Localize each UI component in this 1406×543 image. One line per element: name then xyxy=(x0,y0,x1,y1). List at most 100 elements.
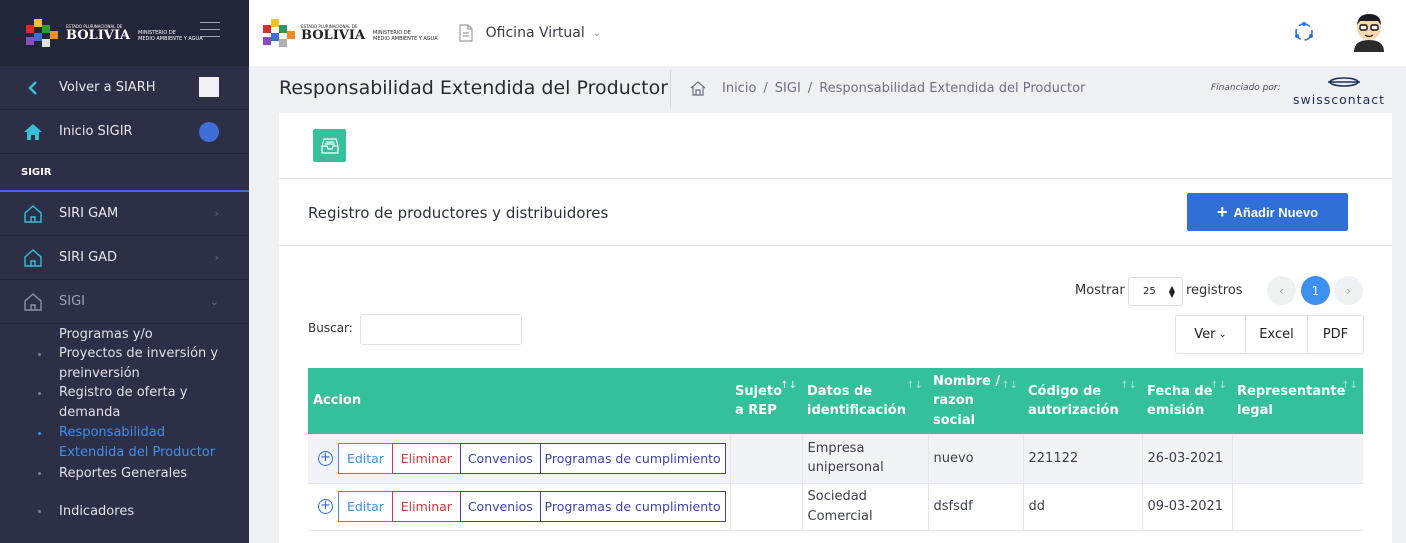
chevron-right-icon: › xyxy=(214,207,219,220)
pdf-button[interactable]: PDF xyxy=(1308,316,1363,353)
view-columns-button[interactable]: Ver ⌄ xyxy=(1176,316,1246,353)
office-menu-label: Oficina Virtual xyxy=(485,25,585,41)
excel-button[interactable]: Excel xyxy=(1246,316,1308,353)
pagination-next[interactable]: › xyxy=(1334,276,1363,305)
sponsor-name: swisscontact xyxy=(1293,92,1386,107)
cell-nombre: dsfsdf xyxy=(928,483,1024,531)
sponsor-logo: swisscontact xyxy=(1293,74,1393,107)
sidebar-sub-rep[interactable]: Responsabilidad Extendida del Productor xyxy=(0,423,230,463)
page-length-value: 25 xyxy=(1143,286,1156,297)
sidebar-sub-oferta-demanda[interactable]: Registro de oferta y demanda xyxy=(0,383,249,423)
sidebar-item-sigi[interactable]: SIGI ⌄ xyxy=(0,280,249,324)
sort-icon: ↑↓ xyxy=(1001,380,1018,391)
sidebar-logo[interactable]: ESTADO PLURINACIONAL DE BOLIVIA MINISTER… xyxy=(0,0,249,66)
sidebar-back-siarh[interactable]: Volver a SIARH xyxy=(0,66,249,110)
sidebar-sub-label: Reportes Generales xyxy=(59,466,188,481)
sync-icon[interactable] xyxy=(1292,20,1316,48)
page-length-select[interactable]: 25 ▲ ▼ xyxy=(1128,277,1183,306)
edit-button[interactable]: Editar xyxy=(337,442,393,474)
delete-button[interactable]: Eliminar xyxy=(391,442,461,474)
sidebar-sub-programas[interactable]: Programas y/o xyxy=(0,325,249,344)
bullet-icon xyxy=(38,392,41,395)
chevron-right-icon: › xyxy=(214,251,219,264)
white-square-icon xyxy=(199,77,219,97)
sidebar-sub-reportes[interactable]: Reportes Generales xyxy=(0,463,249,493)
swisscontact-swoosh-icon xyxy=(1328,77,1360,87)
col-label: Accion xyxy=(313,393,362,409)
bullet-icon xyxy=(38,472,41,475)
compliance-programs-button[interactable]: Programas de cumplimiento xyxy=(539,442,726,474)
export-buttons: Ver ⌄ Excel PDF xyxy=(1175,315,1364,354)
sort-icon: ↑↓ xyxy=(1120,380,1137,391)
inbox-icon[interactable] xyxy=(313,129,346,162)
sidebar-item-label: SIRI GAM xyxy=(59,206,119,221)
col-datos[interactable]: Datos de identificación ↑↓ xyxy=(802,368,928,434)
view-button-label: Ver xyxy=(1194,327,1216,342)
table-row: + Editar Eliminar Convenios Programas de… xyxy=(308,483,1363,531)
sidebar-sub-proyectos[interactable]: Proyectos de inversión y preinversión xyxy=(0,344,249,383)
menu-toggle-icon[interactable] xyxy=(200,22,220,37)
chevron-left-icon xyxy=(22,77,44,99)
bullet-icon xyxy=(38,432,41,435)
topbar: ESTADO PLURINACIONAL DE BOLIVIA MINISTER… xyxy=(249,0,1406,66)
col-label: Nombre / razon social xyxy=(933,373,1001,428)
sidebar-sub-indicadores[interactable]: Indicadores xyxy=(0,493,249,523)
col-sujeto-rep[interactable]: Sujeto a REP ↑↓ xyxy=(730,368,802,434)
expand-row-icon[interactable]: + xyxy=(318,499,333,514)
breadcrumb-divider xyxy=(670,70,671,108)
cell-codigo: dd xyxy=(1023,483,1143,531)
sidebar-back-label: Volver a SIARH xyxy=(59,80,156,95)
bolivia-emblem-icon xyxy=(263,19,295,47)
action-cell: + Editar Eliminar Convenios Programas de… xyxy=(308,483,731,531)
expand-row-icon[interactable]: + xyxy=(318,450,333,466)
col-fecha[interactable]: Fecha de emisión ↑↓ xyxy=(1142,368,1232,434)
sidebar-sub-label: Responsabilidad Extendida del Productor xyxy=(59,425,216,460)
breadcrumb-home[interactable]: Inicio xyxy=(722,81,756,96)
sidebar-item-siri-gam[interactable]: SIRI GAM › xyxy=(0,192,249,236)
cell-datos: Sociedad Comercial xyxy=(802,483,929,531)
card-subtitle: Registro de productores y distribuidores xyxy=(308,204,609,222)
pagination-page-1[interactable]: 1 xyxy=(1301,276,1330,305)
cell-representante xyxy=(1232,483,1363,531)
chevron-down-icon: ⌄ xyxy=(592,27,602,39)
search-input[interactable] xyxy=(360,314,522,345)
logo-line4: MEDIO AMBIENTE Y AGUA xyxy=(138,35,203,42)
add-new-button[interactable]: + Añadir Nuevo xyxy=(1187,193,1348,231)
building-icon xyxy=(22,203,44,225)
breadcrumb-sigi[interactable]: SIGI xyxy=(775,81,801,96)
sidebar-home-sigir[interactable]: Inicio SIGIR xyxy=(0,110,249,154)
edit-button[interactable]: Editar xyxy=(337,491,393,522)
col-accion[interactable]: Accion xyxy=(308,368,730,434)
topbar-logo[interactable]: ESTADO PLURINACIONAL DE BOLIVIA MINISTER… xyxy=(261,15,438,51)
action-cell: + Editar Eliminar Convenios Programas de… xyxy=(308,434,731,484)
compliance-programs-button[interactable]: Programas de cumplimiento xyxy=(539,491,726,522)
breadcrumb-separator: / xyxy=(763,81,768,96)
col-representante[interactable]: Representante legal ↑↓ xyxy=(1232,368,1363,434)
sidebar-sub-label: Proyectos de inversión y preinversión xyxy=(59,346,219,381)
records-label: registros xyxy=(1186,283,1243,298)
col-codigo[interactable]: Código de autorización ↑↓ xyxy=(1023,368,1142,434)
col-nombre[interactable]: Nombre / razon social ↑↓ xyxy=(928,368,1023,434)
breadcrumb: Inicio / SIGI / Responsabilidad Extendid… xyxy=(690,81,1085,96)
divider xyxy=(279,245,1392,246)
cell-fecha: 26-03-2021 xyxy=(1142,434,1233,484)
agreements-button[interactable]: Convenios xyxy=(459,491,541,522)
office-menu[interactable]: Oficina Virtual ⌄ xyxy=(458,24,601,42)
agreements-button[interactable]: Convenios xyxy=(459,442,541,474)
delete-button[interactable]: Eliminar xyxy=(391,491,461,522)
avatar[interactable] xyxy=(1350,10,1388,56)
logo-bolivia: BOLIVIA xyxy=(301,27,366,43)
divider xyxy=(279,178,1392,179)
cell-nombre: nuevo xyxy=(928,434,1024,484)
sidebar-item-siri-gad[interactable]: SIRI GAD › xyxy=(0,236,249,280)
home-icon[interactable] xyxy=(690,81,706,96)
pagination-prev[interactable]: ‹ xyxy=(1267,276,1296,305)
breadcrumb-current: Responsabilidad Extendida del Productor xyxy=(819,81,1086,96)
cell-fecha: 09-03-2021 xyxy=(1142,483,1233,531)
search-label: Buscar: xyxy=(308,321,353,335)
col-label: Datos de identificación xyxy=(807,383,906,419)
sidebar-sub-label: Indicadores xyxy=(59,504,135,519)
document-icon xyxy=(459,24,473,42)
sidebar-item-label: SIGI xyxy=(59,294,85,309)
sidebar-sub-label: Registro de oferta y demanda xyxy=(59,385,188,420)
